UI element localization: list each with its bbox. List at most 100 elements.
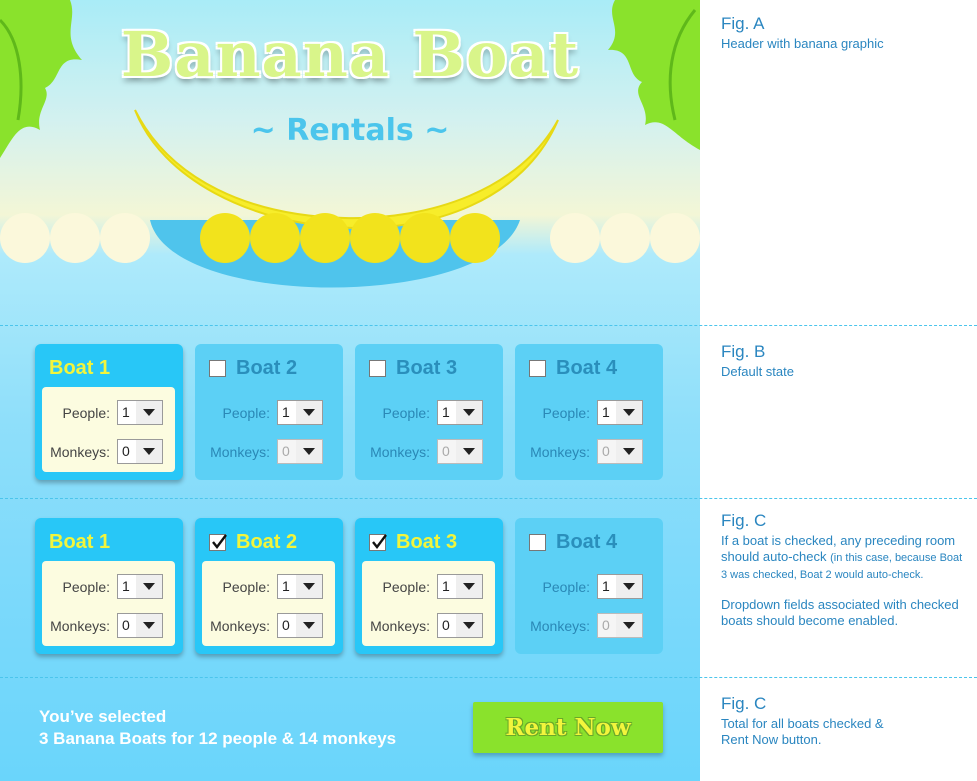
people-label: People: <box>62 404 110 421</box>
monkeys-select-value: 0 <box>438 614 456 637</box>
boat-options-panel: People: 1 Monkeys: 0 <box>522 561 655 646</box>
boat-checkbox[interactable] <box>529 360 546 377</box>
people-label: People: <box>222 404 270 421</box>
monkeys-select[interactable]: 0 <box>277 613 323 638</box>
monkeys-row: Monkeys: 0 <box>50 439 163 464</box>
page-subtitle: ~ Rentals ~ <box>250 113 450 148</box>
boat-checkbox[interactable] <box>209 534 227 551</box>
people-row: People: 1 <box>543 400 643 425</box>
boat-checkbox[interactable] <box>369 534 387 551</box>
people-select: 1 <box>277 400 323 425</box>
people-select-value: 1 <box>438 401 456 424</box>
monkeys-select: 0 <box>437 439 483 464</box>
monkeys-row: Monkeys: 0 <box>530 439 643 464</box>
chevron-down-icon <box>616 614 642 637</box>
boat-name: Boat 2 <box>236 357 298 379</box>
chevron-down-icon[interactable] <box>136 440 162 463</box>
people-row: People: 1 <box>383 400 483 425</box>
people-row: People: 1 <box>543 574 643 599</box>
chevron-down-icon[interactable] <box>456 614 482 637</box>
people-select: 1 <box>437 400 483 425</box>
monkeys-row: Monkeys: 0 <box>370 439 483 464</box>
monkeys-select: 0 <box>277 439 323 464</box>
boat-card-header: Boat 1 <box>49 357 110 380</box>
monkeys-label: Monkeys: <box>50 443 110 460</box>
boat-options-panel: People: 1 Monkeys: 0 <box>42 561 175 646</box>
people-select-value: 1 <box>598 401 616 424</box>
boat-card-header: Boat 2 <box>209 531 297 554</box>
boat-options-panel: People: 1 Monkeys: 0 <box>42 387 175 472</box>
monkeys-select-value: 0 <box>438 440 456 463</box>
monkeys-label: Monkeys: <box>50 617 110 634</box>
boat-card-4: Boat 4 People: 1 Monkeys: 0 <box>515 344 663 480</box>
monkeys-select-value: 0 <box>278 440 296 463</box>
boat-name: Boat 2 <box>236 531 298 553</box>
monkeys-select-value: 0 <box>598 440 616 463</box>
annotation-fig-a: Fig. A Header with banana graphic <box>721 14 966 52</box>
boat-checkbox[interactable] <box>209 360 226 377</box>
annotation-text: Header with banana graphic <box>721 36 884 51</box>
people-select-value: 1 <box>118 575 136 598</box>
people-label: People: <box>62 578 110 595</box>
boat-options-panel: People: 1 Monkeys: 0 <box>202 561 335 646</box>
monkeys-label: Monkeys: <box>370 617 430 634</box>
section-divider <box>0 677 977 678</box>
monkeys-select: 0 <box>597 613 643 638</box>
boat-checkbox[interactable] <box>529 534 546 551</box>
chevron-down-icon <box>616 440 642 463</box>
monkeys-select[interactable]: 0 <box>117 439 163 464</box>
monkeys-label: Monkeys: <box>210 617 270 634</box>
people-label: People: <box>382 404 430 421</box>
monkeys-label: Monkeys: <box>210 443 270 460</box>
monkeys-label: Monkeys: <box>530 617 590 634</box>
annotation-text: If a boat is checked, any preceding room… <box>721 533 966 583</box>
boat-card-header: Boat 3 <box>369 357 457 380</box>
people-select: 1 <box>597 574 643 599</box>
monkeys-select: 0 <box>597 439 643 464</box>
monkeys-row: Monkeys: 0 <box>530 613 643 638</box>
monkeys-row: Monkeys: 0 <box>210 439 323 464</box>
monkeys-select[interactable]: 0 <box>117 613 163 638</box>
chevron-down-icon[interactable] <box>296 575 322 598</box>
people-row: People: 1 <box>63 574 163 599</box>
people-select-value: 1 <box>278 401 296 424</box>
people-select[interactable]: 1 <box>277 574 323 599</box>
chevron-down-icon <box>616 575 642 598</box>
boat-name: Boat 3 <box>396 357 458 379</box>
monkeys-select-value: 0 <box>598 614 616 637</box>
monkeys-label: Monkeys: <box>530 443 590 460</box>
chevron-down-icon <box>296 401 322 424</box>
annotation-text: Total for all boats checked & Rent Now b… <box>721 716 884 747</box>
section-divider <box>0 325 977 326</box>
annotation-text: Default state <box>721 364 794 379</box>
boat-name: Boat 1 <box>49 357 111 379</box>
boat-name: Boat 1 <box>49 531 111 553</box>
people-select-value: 1 <box>118 401 136 424</box>
boat-options-panel: People: 1 Monkeys: 0 <box>362 561 495 646</box>
annotation-text-2: Dropdown fields associated with checked … <box>721 597 959 628</box>
chevron-down-icon[interactable] <box>136 401 162 424</box>
boat-card-3: Boat 3 People: 1 Monkeys: 0 <box>355 344 503 480</box>
boat-checkbox[interactable] <box>369 360 386 377</box>
monkeys-select[interactable]: 0 <box>437 613 483 638</box>
annotation-fig-c-total: Fig. C Total for all boats checked & Ren… <box>721 694 966 748</box>
people-select-value: 1 <box>438 575 456 598</box>
people-select[interactable]: 1 <box>117 400 163 425</box>
rent-now-button[interactable]: Rent Now <box>473 702 663 753</box>
boat-card-1: Boat 1 People: 1 Monkeys: 0 <box>35 518 183 654</box>
chevron-down-icon[interactable] <box>136 614 162 637</box>
people-label: People: <box>382 578 430 595</box>
boat-options-panel: People: 1 Monkeys: 0 <box>202 387 335 472</box>
boat-card-header: Boat 2 <box>209 357 297 380</box>
annotation-fig-b: Fig. B Default state <box>721 342 966 380</box>
people-select-value: 1 <box>598 575 616 598</box>
chevron-down-icon[interactable] <box>456 575 482 598</box>
people-select[interactable]: 1 <box>437 574 483 599</box>
page-title: Banana Boat <box>120 18 580 91</box>
people-label: People: <box>542 404 590 421</box>
people-select[interactable]: 1 <box>117 574 163 599</box>
chevron-down-icon[interactable] <box>296 614 322 637</box>
chevron-down-icon <box>456 401 482 424</box>
chevron-down-icon[interactable] <box>136 575 162 598</box>
boat-name: Boat 4 <box>556 531 618 553</box>
